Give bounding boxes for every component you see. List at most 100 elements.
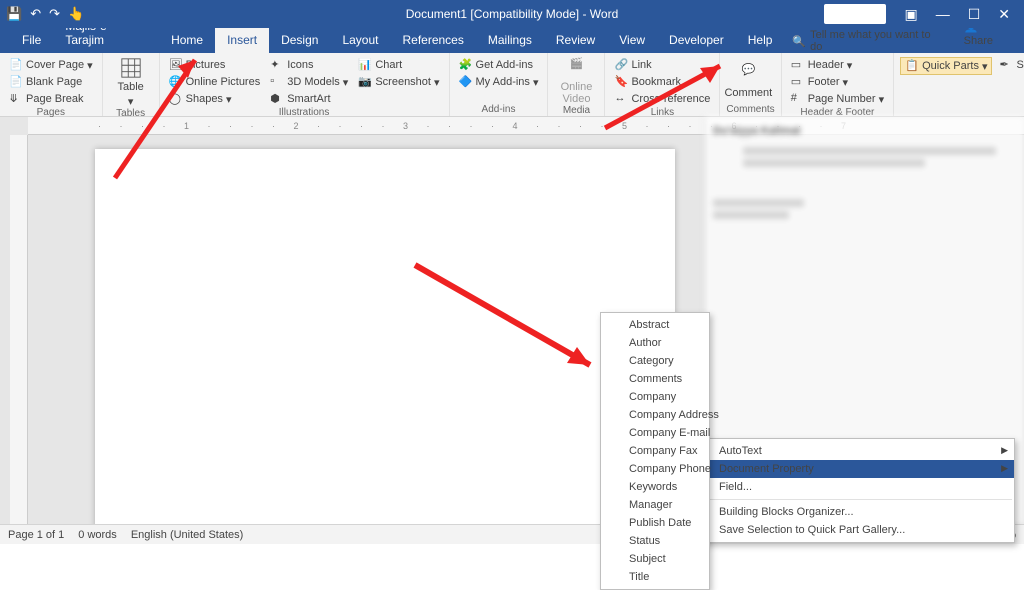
screenshot-button[interactable]: 📷Screenshot ▾ bbox=[355, 74, 442, 90]
tab-help[interactable]: Help bbox=[736, 28, 785, 53]
link-icon: 🔗 bbox=[614, 58, 628, 72]
close-icon[interactable]: ✕ bbox=[998, 6, 1010, 23]
ribbon-display-icon[interactable]: ▣ bbox=[904, 6, 917, 23]
tab-view[interactable]: View bbox=[607, 28, 657, 53]
page-icon: 📄 bbox=[9, 58, 23, 72]
docprop-manager[interactable]: Manager bbox=[601, 496, 709, 514]
docprop-company[interactable]: Company bbox=[601, 388, 709, 406]
document-property-submenu: Abstract Author Category Comments Compan… bbox=[600, 312, 710, 590]
document-property-item[interactable]: 🏷Document Property▶ bbox=[691, 460, 1014, 478]
3d-models-button[interactable]: ▫3D Models ▾ bbox=[267, 74, 351, 90]
table-button[interactable]: Table▾ bbox=[109, 57, 153, 108]
chart-icon: 📊 bbox=[358, 58, 372, 72]
group-comments: Comments bbox=[726, 104, 774, 116]
quick-parts-button[interactable]: 📋Quick Parts ▾ bbox=[900, 57, 992, 75]
camera-icon: 📷 bbox=[358, 75, 372, 89]
docprop-company-email[interactable]: Company E-mail bbox=[601, 424, 709, 442]
icons-button[interactable]: ✦Icons bbox=[267, 57, 351, 73]
header-button[interactable]: ▭Header ▾ bbox=[788, 57, 887, 73]
panel-title: Du'aiyya Kalimat bbox=[713, 125, 1016, 137]
comment-icon: 💬 bbox=[737, 63, 759, 85]
quick-parts-menu: 📝AutoText▶ 🏷Document Property▶ ▫Field...… bbox=[690, 438, 1015, 543]
signin-button[interactable]: Sign in bbox=[824, 4, 887, 24]
docprop-company-address[interactable]: Company Address bbox=[601, 406, 709, 424]
page-count[interactable]: Page 1 of 1 bbox=[8, 529, 64, 541]
tab-mailings[interactable]: Mailings bbox=[476, 28, 544, 53]
tab-developer[interactable]: Developer bbox=[657, 28, 736, 53]
window-title: Document1 [Compatibility Mode] - Word bbox=[406, 7, 619, 21]
tab-review[interactable]: Review bbox=[544, 28, 607, 53]
save-icon[interactable]: 💾 bbox=[6, 6, 22, 22]
link-button[interactable]: 🔗Link bbox=[611, 57, 713, 73]
cross-reference-button[interactable]: ↔Cross-reference bbox=[611, 91, 713, 107]
page-icon: 📄 bbox=[9, 75, 23, 89]
cube-icon: ▫ bbox=[270, 75, 284, 89]
online-pictures-button[interactable]: 🌐Online Pictures bbox=[166, 74, 264, 90]
tell-me[interactable]: 🔍Tell me what you want to do bbox=[784, 29, 949, 53]
maximize-icon[interactable]: ☐ bbox=[968, 6, 981, 23]
online-video-button[interactable]: 🎬Online Video bbox=[554, 57, 598, 105]
group-media: Media bbox=[554, 105, 598, 117]
undo-icon[interactable]: ↶ bbox=[30, 6, 41, 22]
chart-button[interactable]: 📊Chart bbox=[355, 57, 442, 73]
tab-references[interactable]: References bbox=[390, 28, 475, 53]
crossref-icon: ↔ bbox=[614, 92, 628, 106]
tab-home[interactable]: Home bbox=[159, 28, 215, 53]
tab-design[interactable]: Design bbox=[269, 28, 330, 53]
video-icon: 🎬 bbox=[565, 57, 587, 79]
ribbon: 📄Cover Page ▾ 📄Blank Page ⤋Page Break Pa… bbox=[0, 53, 1024, 117]
ribbon-tabs: File Majlis-e-Tarajim Home Insert Design… bbox=[0, 28, 1024, 53]
blank-page-button[interactable]: 📄Blank Page bbox=[6, 74, 96, 90]
signature-icon: ✒ bbox=[999, 58, 1013, 72]
footer-button[interactable]: ▭Footer ▾ bbox=[788, 74, 887, 90]
tab-layout[interactable]: Layout bbox=[330, 28, 390, 53]
page-number-button[interactable]: #Page Number ▾ bbox=[788, 91, 887, 107]
tab-file[interactable]: File bbox=[10, 28, 53, 53]
page-break-button[interactable]: ⤋Page Break bbox=[6, 91, 96, 107]
building-blocks-item[interactable]: 🧱Building Blocks Organizer... bbox=[691, 503, 1014, 521]
header-icon: ▭ bbox=[791, 58, 805, 72]
smartart-button[interactable]: ⬢SmartArt bbox=[267, 91, 351, 107]
bookmark-button[interactable]: 🔖Bookmark bbox=[611, 74, 713, 90]
shapes-icon: ◯ bbox=[169, 92, 183, 106]
save-selection-item: 💾Save Selection to Quick Part Gallery... bbox=[691, 521, 1014, 539]
redo-icon[interactable]: ↷ bbox=[49, 6, 60, 22]
my-addins-button[interactable]: 🔷My Add-ins ▾ bbox=[456, 74, 542, 90]
docprop-company-fax[interactable]: Company Fax bbox=[601, 442, 709, 460]
docprop-subject[interactable]: Subject bbox=[601, 550, 709, 568]
comment-button[interactable]: 💬Comment bbox=[726, 57, 770, 104]
picture-icon: 🖼 bbox=[169, 58, 183, 72]
icons-icon: ✦ bbox=[270, 58, 284, 72]
docprop-keywords[interactable]: Keywords bbox=[601, 478, 709, 496]
table-icon bbox=[120, 57, 142, 79]
break-icon: ⤋ bbox=[9, 92, 23, 106]
autotext-item[interactable]: 📝AutoText▶ bbox=[691, 442, 1014, 460]
pictures-button[interactable]: 🖼Pictures bbox=[166, 57, 264, 73]
shapes-button[interactable]: ◯Shapes ▾ bbox=[166, 91, 264, 107]
minimize-icon[interactable]: — bbox=[936, 6, 950, 22]
cover-page-button[interactable]: 📄Cover Page ▾ bbox=[6, 57, 96, 73]
footer-icon: ▭ bbox=[791, 75, 805, 89]
document-page[interactable] bbox=[95, 149, 675, 529]
docprop-publish-date[interactable]: Publish Date bbox=[601, 514, 709, 532]
pagenum-icon: # bbox=[791, 92, 805, 106]
smartart-icon: ⬢ bbox=[270, 92, 284, 106]
docprop-status[interactable]: Status bbox=[601, 532, 709, 550]
docprop-title[interactable]: Title bbox=[601, 568, 709, 586]
tab-insert[interactable]: Insert bbox=[215, 28, 269, 53]
touch-icon[interactable]: 👆 bbox=[68, 6, 84, 22]
docprop-company-phone[interactable]: Company Phone bbox=[601, 460, 709, 478]
group-addins: Add-ins bbox=[456, 104, 542, 116]
docprop-author[interactable]: Author bbox=[601, 334, 709, 352]
field-item[interactable]: ▫Field... bbox=[691, 478, 1014, 496]
vertical-ruler[interactable] bbox=[10, 135, 28, 524]
addin-icon: 🔷 bbox=[459, 75, 473, 89]
docprop-comments[interactable]: Comments bbox=[601, 370, 709, 388]
get-addins-button[interactable]: 🧩Get Add-ins bbox=[456, 57, 542, 73]
docprop-abstract[interactable]: Abstract bbox=[601, 316, 709, 334]
word-count[interactable]: 0 words bbox=[78, 529, 117, 541]
bookmark-icon: 🔖 bbox=[614, 75, 628, 89]
docprop-category[interactable]: Category bbox=[601, 352, 709, 370]
language[interactable]: English (United States) bbox=[131, 529, 244, 541]
signature-line-button[interactable]: ✒Signature Line ▾ bbox=[996, 57, 1024, 73]
